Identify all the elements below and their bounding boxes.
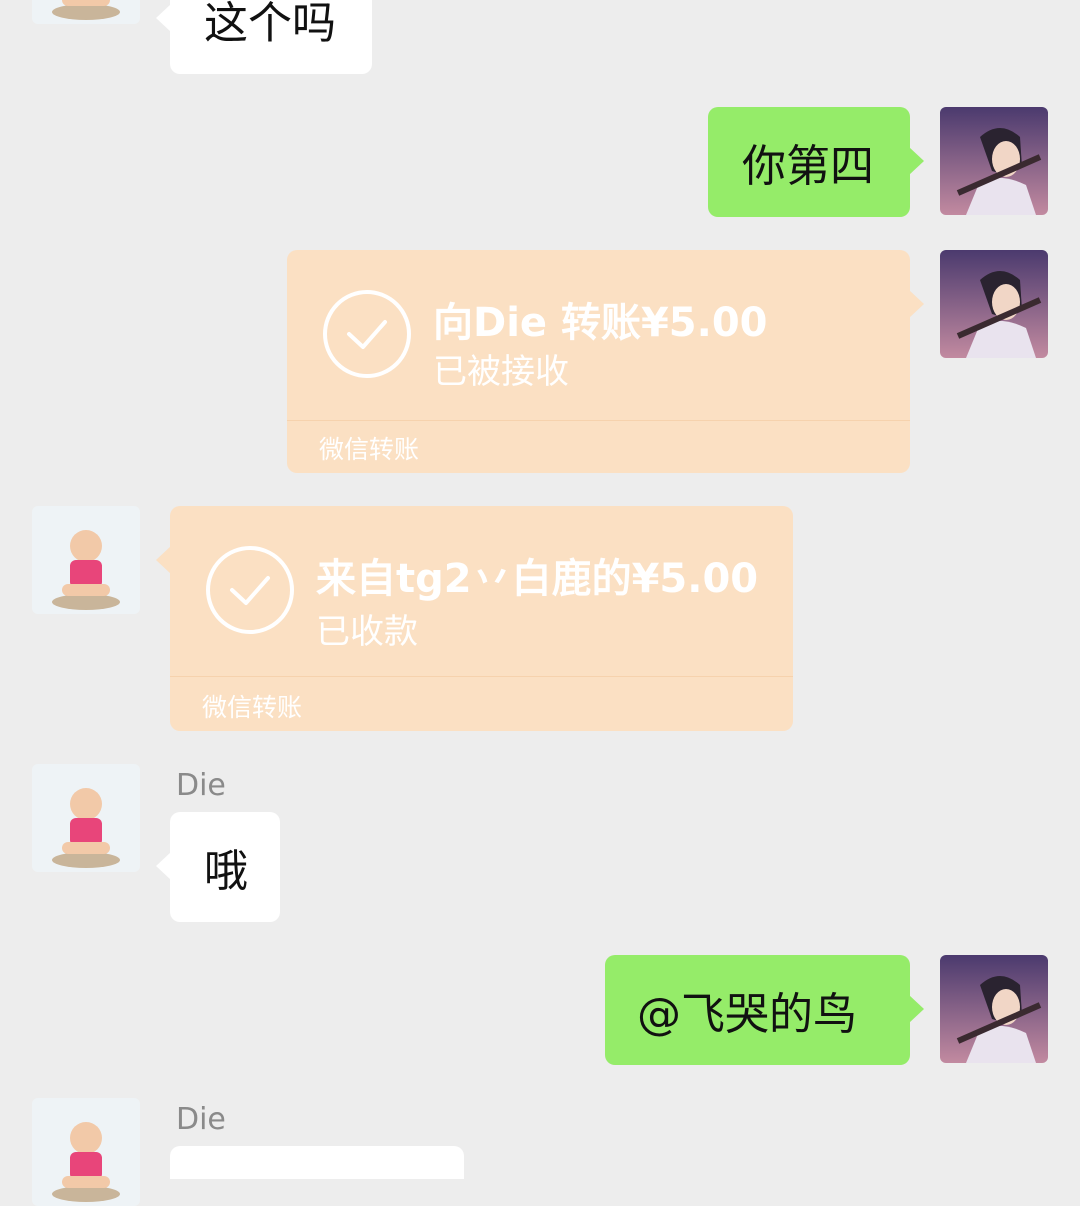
check-circle-icon <box>323 290 411 378</box>
baby-avatar-icon <box>32 764 140 872</box>
check-circle-icon <box>206 546 294 634</box>
sender-name: Die <box>176 1102 226 1137</box>
sender-name: Die <box>176 768 226 803</box>
message-bubble-text[interactable]: 哦 <box>156 812 280 922</box>
transfer-footer: 微信转账 <box>202 693 303 722</box>
message-text: @飞哭的鸟 <box>637 989 857 1040</box>
message-text: 哦 <box>204 846 248 897</box>
transfer-status: 已收款 <box>316 612 418 652</box>
baby-avatar-icon <box>32 1098 140 1206</box>
transfer-footer: 微信转账 <box>319 435 420 464</box>
anime-boy-avatar-icon <box>940 107 1048 215</box>
contact-avatar[interactable] <box>32 764 140 872</box>
message-text: 这个吗 <box>204 0 336 49</box>
my-avatar[interactable] <box>940 955 1048 1063</box>
my-avatar[interactable] <box>940 107 1048 215</box>
transfer-card[interactable]: 向Die 转账¥5.00 已被接收 微信转账 <box>287 250 924 473</box>
transfer-title: 向Die 转账¥5.00 <box>433 300 768 346</box>
contact-avatar[interactable] <box>32 0 140 24</box>
contact-avatar[interactable] <box>32 506 140 614</box>
baby-avatar-icon <box>32 0 140 24</box>
divider <box>170 676 793 677</box>
transfer-status: 已被接收 <box>433 352 569 392</box>
message-text: 你第四 <box>742 141 874 192</box>
anime-boy-avatar-icon <box>940 955 1048 1063</box>
message-bubble-text[interactable]: 这个吗 <box>156 0 372 74</box>
message-bubble-text[interactable] <box>170 1146 464 1179</box>
anime-boy-avatar-icon <box>940 250 1048 358</box>
message-bubble-text[interactable]: 你第四 <box>708 107 924 217</box>
transfer-card[interactable]: 来自tg2丷白鹿的¥5.00 已收款 微信转账 <box>156 506 793 731</box>
transfer-title: 来自tg2丷白鹿的¥5.00 <box>316 556 759 602</box>
contact-avatar[interactable] <box>32 1098 140 1206</box>
divider <box>287 420 910 421</box>
my-avatar[interactable] <box>940 250 1048 358</box>
message-bubble-text[interactable]: @飞哭的鸟 <box>605 955 924 1065</box>
baby-avatar-icon <box>32 506 140 614</box>
